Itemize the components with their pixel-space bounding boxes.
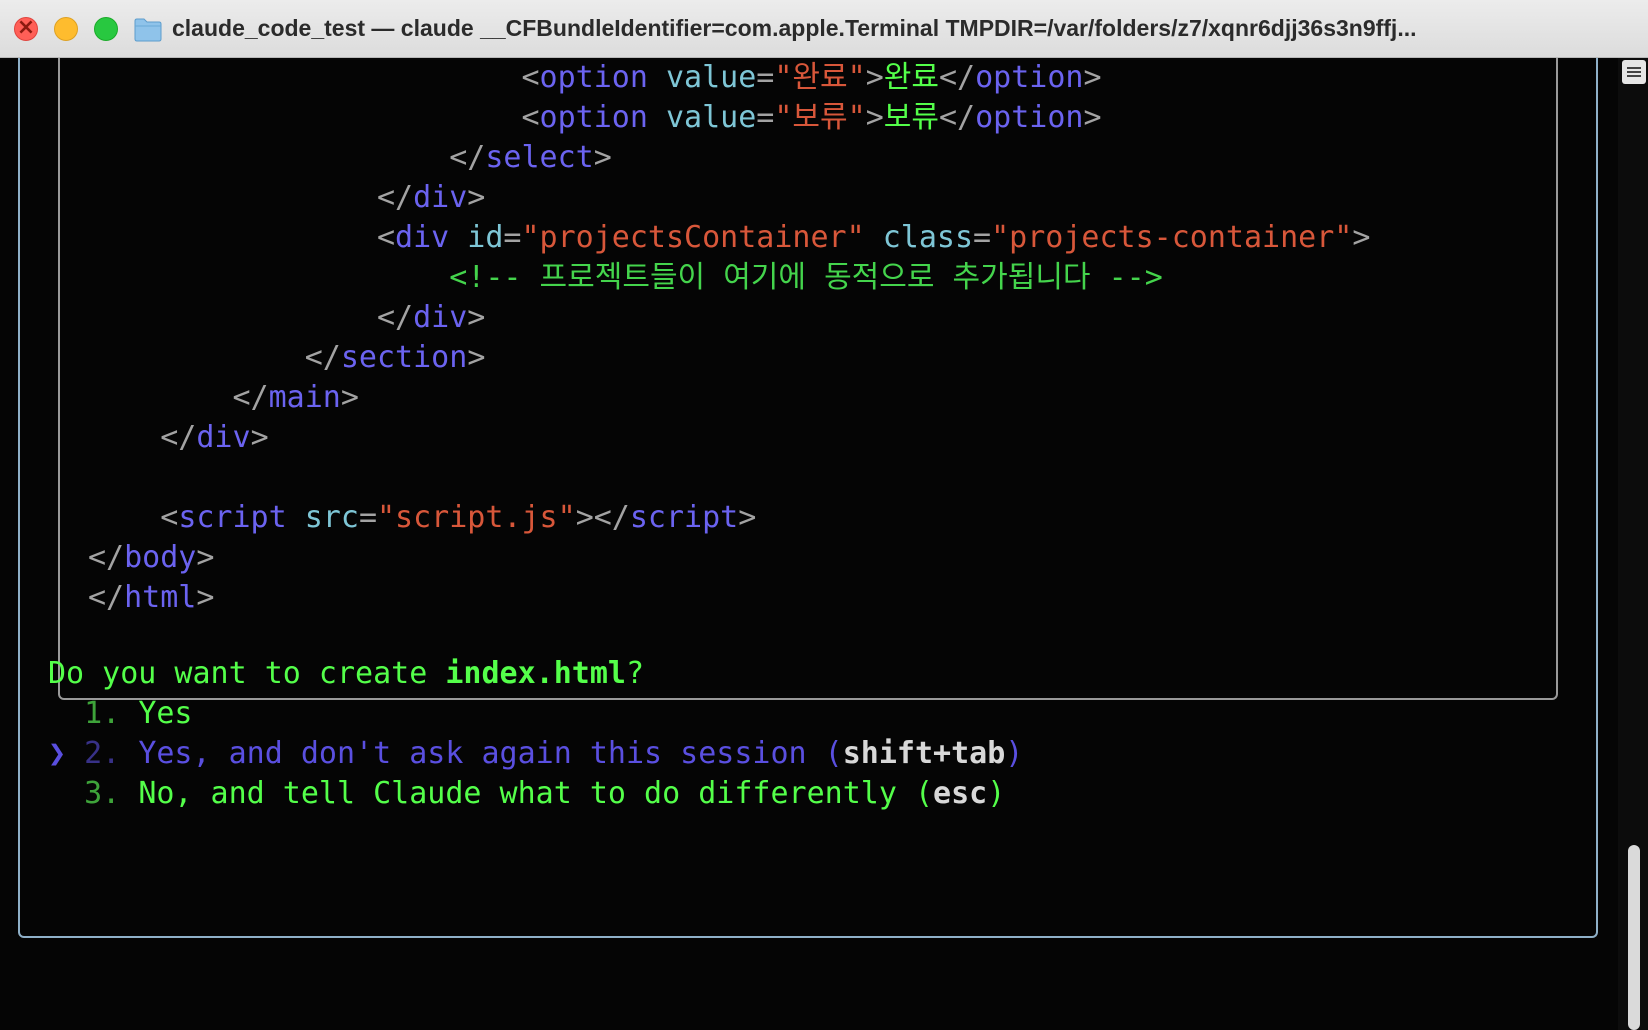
code-line: </body> [88, 540, 215, 575]
code-line: </div> [160, 420, 269, 455]
code-line: </select> [449, 140, 612, 175]
selection-cursor-icon: ❯ [48, 736, 85, 771]
code-line: </section> [304, 340, 486, 375]
permission-question: Do you want to create index.html? [48, 656, 645, 691]
code-line: </div> [376, 300, 486, 335]
option-no-tell-claude[interactable]: 3. No, and tell Claude what to do differ… [48, 774, 1005, 814]
window-title: claude_code_test — claude __CFBundleIden… [172, 15, 1417, 41]
code-line: <script src="script.js"></script> [160, 500, 757, 535]
terminal-window: claude_code_test — claude __CFBundleIden… [0, 0, 1648, 1030]
code-line: <!-- 프로젝트들이 여기에 동적으로 추가됩니다 --> [449, 260, 1163, 295]
scrollbar-thumb[interactable] [1628, 845, 1640, 1030]
minimize-window-button[interactable] [54, 17, 78, 41]
folder-icon [134, 18, 162, 42]
option-yes-dont-ask-again[interactable]: ❯ 2. Yes, and don't ask again this sessi… [48, 734, 1023, 774]
terminal-content[interactable]: <option value="완료">완료</option> <option v… [0, 58, 1648, 1030]
option-yes[interactable]: 1. Yes [48, 694, 192, 734]
code-line: </html> [88, 580, 215, 615]
close-window-button[interactable] [14, 15, 38, 41]
zoom-window-button[interactable] [94, 17, 118, 41]
code-line: <div id="projectsContainer" class="proje… [376, 220, 1371, 255]
code-line: </main> [232, 380, 359, 415]
code-line: <option value="완료">완료</option> [521, 60, 1102, 95]
title-bar[interactable]: claude_code_test — claude __CFBundleIden… [0, 0, 1648, 58]
code-line: </div> [376, 180, 486, 215]
split-pane-icon[interactable] [1622, 60, 1646, 84]
code-line: <option value="보류">보류</option> [521, 100, 1102, 135]
